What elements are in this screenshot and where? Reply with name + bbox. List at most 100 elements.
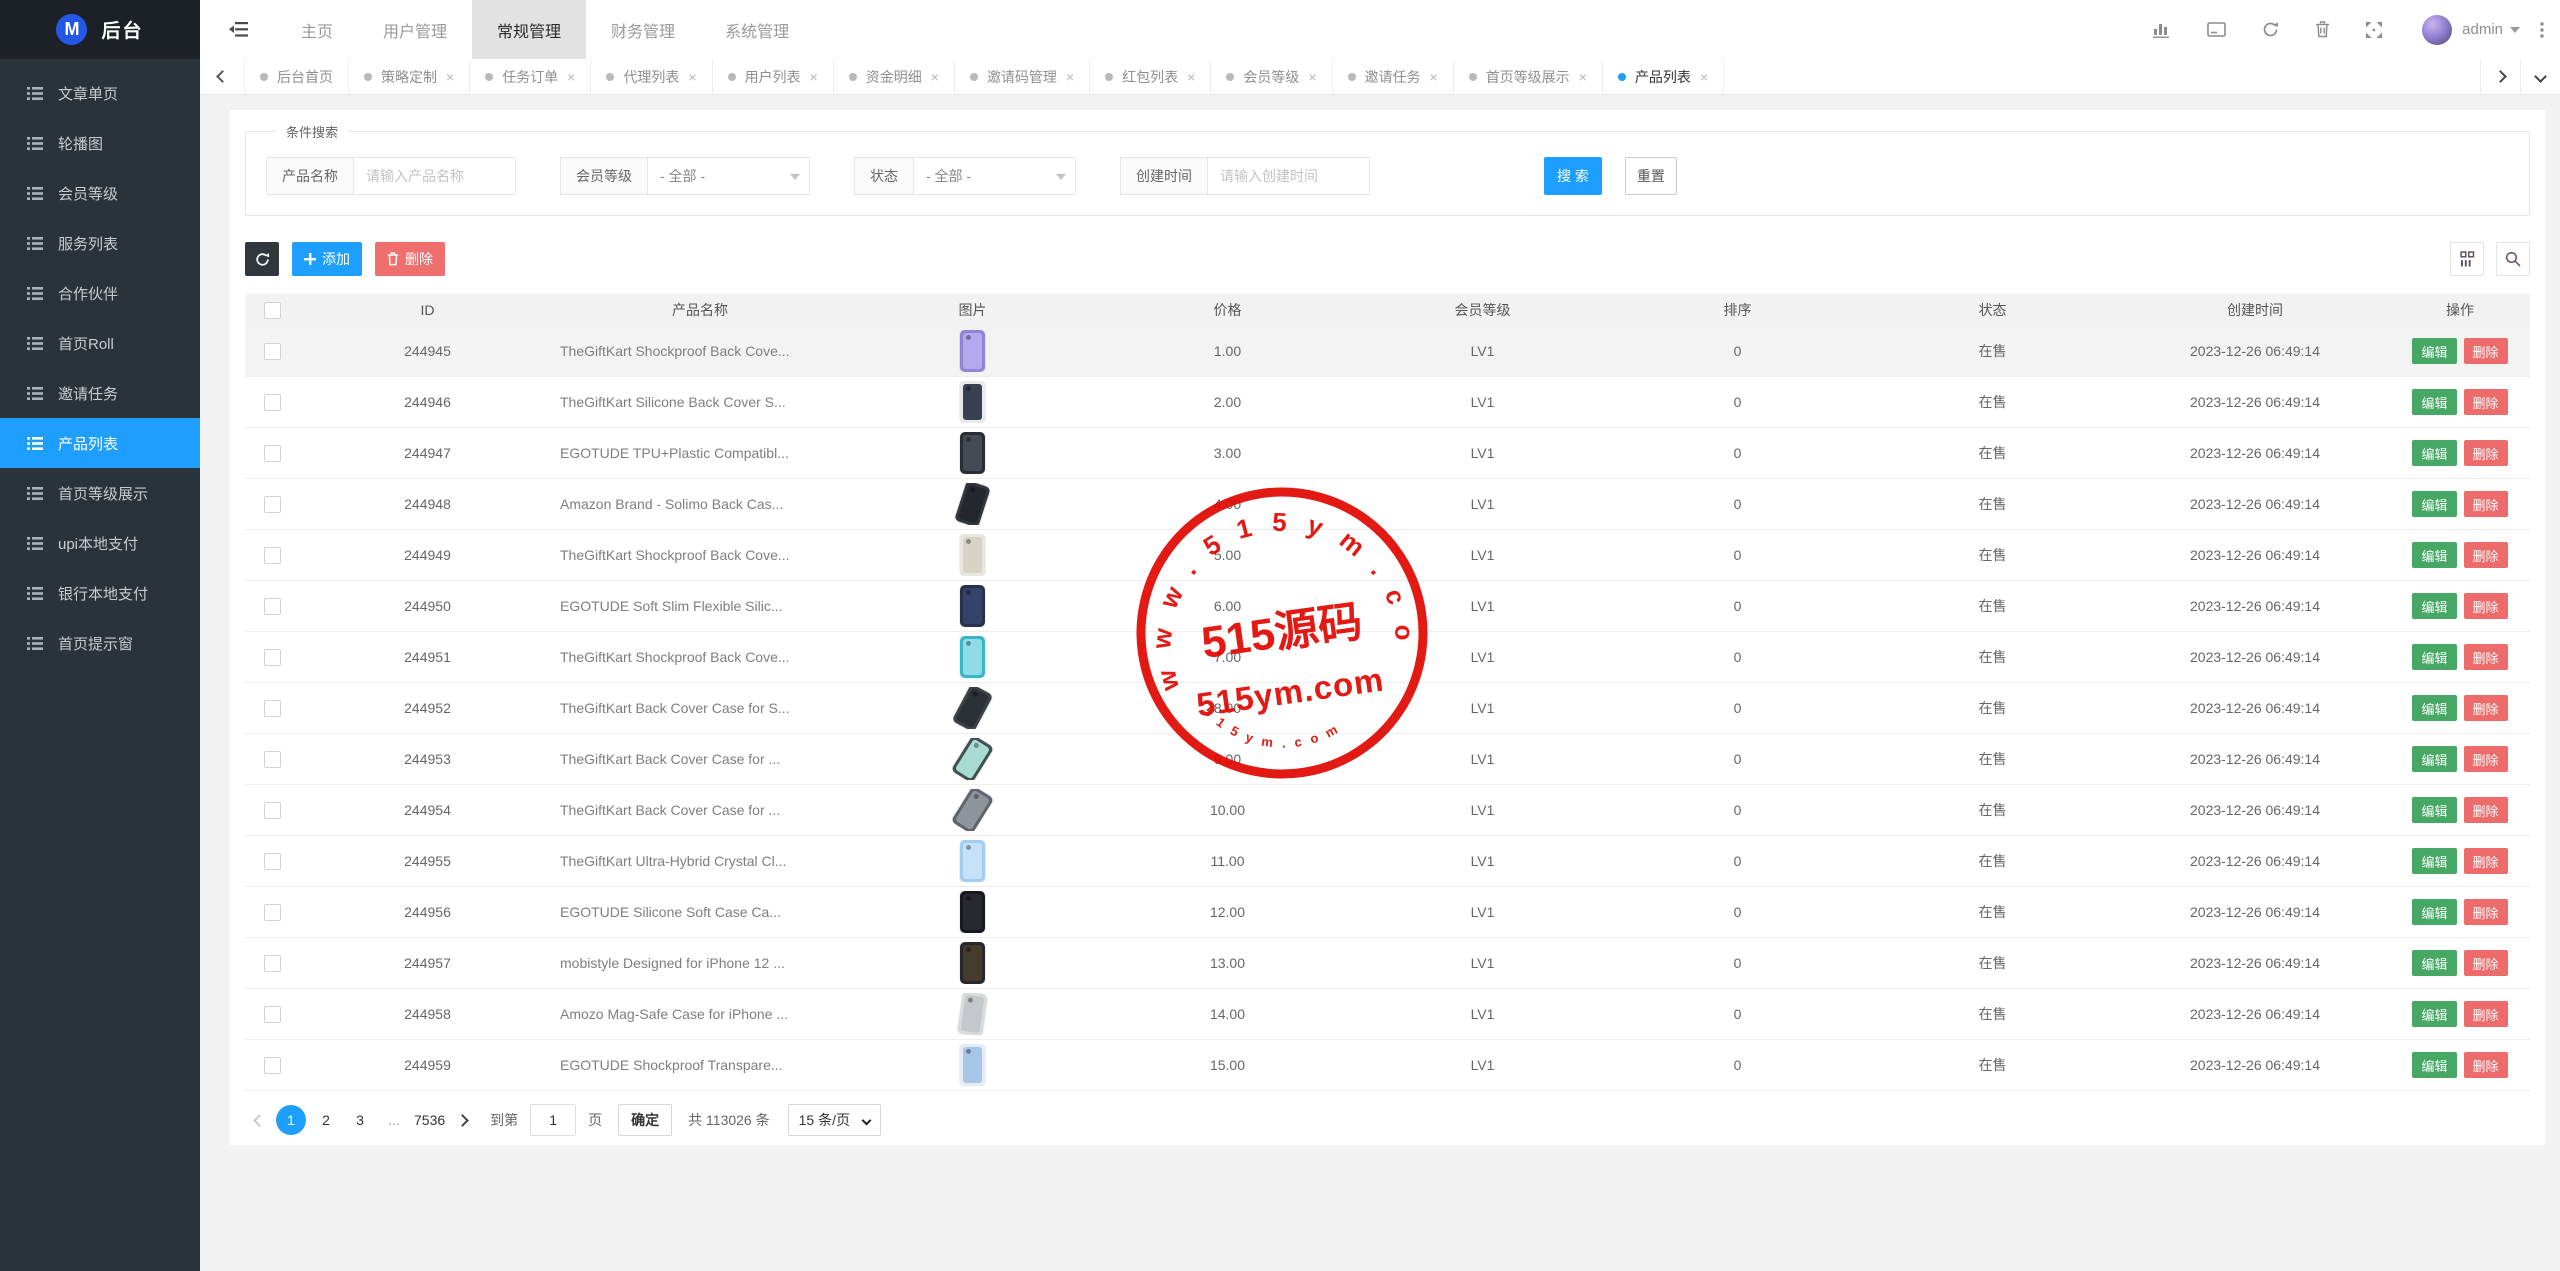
row-delete-button[interactable]: 删除	[2464, 338, 2508, 364]
sidebar-item[interactable]: 服务列表	[0, 218, 200, 268]
sidebar-item[interactable]: upi本地支付	[0, 518, 200, 568]
close-icon[interactable]: ×	[1066, 70, 1074, 84]
tab[interactable]: 产品列表 ×	[1603, 59, 1724, 94]
row-checkbox[interactable]	[264, 343, 281, 360]
row-checkbox[interactable]	[264, 547, 281, 564]
edit-button[interactable]: 编辑	[2412, 1001, 2456, 1027]
tab[interactable]: 首页等级展示 ×	[1454, 59, 1603, 94]
tab[interactable]: 会员等级 ×	[1211, 59, 1332, 94]
top-menu-item[interactable]: 主页	[276, 0, 358, 59]
row-delete-button[interactable]: 删除	[2464, 542, 2508, 568]
top-menu-item[interactable]: 财务管理	[586, 0, 700, 59]
column-header[interactable]: 产品名称	[555, 300, 845, 320]
column-header[interactable]: 排序	[1610, 300, 1865, 320]
reset-button[interactable]: 重置	[1625, 157, 1677, 195]
page-number[interactable]: 2	[312, 1105, 340, 1135]
edit-button[interactable]: 编辑	[2412, 542, 2456, 568]
trash-icon[interactable]	[2315, 21, 2330, 38]
row-delete-button[interactable]: 删除	[2464, 644, 2508, 670]
tab[interactable]: 任务订单 ×	[470, 59, 591, 94]
row-checkbox[interactable]	[264, 598, 281, 615]
row-delete-button[interactable]: 删除	[2464, 491, 2508, 517]
tab[interactable]: 资金明细 ×	[834, 59, 955, 94]
tab[interactable]: 策略定制 ×	[349, 59, 470, 94]
row-checkbox[interactable]	[264, 496, 281, 513]
field-input[interactable]	[354, 158, 515, 194]
top-menu-item[interactable]: 常规管理	[472, 0, 586, 59]
columns-setting-button[interactable]	[2450, 242, 2484, 276]
sidebar-item[interactable]: 合作伙伴	[0, 268, 200, 318]
tab[interactable]: 邀请任务 ×	[1333, 59, 1454, 94]
page-size-select[interactable]: 15 条/页	[788, 1104, 881, 1136]
column-header[interactable]: 图片	[845, 300, 1100, 320]
page-number[interactable]: 1	[276, 1105, 306, 1135]
tabs-menu-button[interactable]	[2520, 59, 2560, 94]
row-delete-button[interactable]: 删除	[2464, 1001, 2508, 1027]
fullscreen-icon[interactable]	[2366, 22, 2382, 38]
tab[interactable]: 红包列表 ×	[1090, 59, 1211, 94]
row-delete-button[interactable]: 删除	[2464, 899, 2508, 925]
row-delete-button[interactable]: 删除	[2464, 389, 2508, 415]
refresh-button[interactable]	[245, 242, 279, 276]
column-header[interactable]: 价格	[1100, 300, 1355, 320]
sidebar-item[interactable]: 邀请任务	[0, 368, 200, 418]
sidebar-item[interactable]: 银行本地支付	[0, 568, 200, 618]
chart-icon[interactable]	[2153, 21, 2171, 38]
row-checkbox[interactable]	[264, 700, 281, 717]
menu-shrink-icon[interactable]	[200, 0, 276, 59]
delete-button[interactable]: 删除	[375, 242, 445, 276]
row-checkbox[interactable]	[264, 853, 281, 870]
column-header[interactable]: 操作	[2390, 300, 2530, 320]
field-select[interactable]: - 全部 -	[648, 158, 809, 194]
row-delete-button[interactable]: 删除	[2464, 950, 2508, 976]
close-icon[interactable]: ×	[1308, 70, 1316, 84]
add-button[interactable]: 添加	[292, 242, 362, 276]
column-header[interactable]: 会员等级	[1355, 300, 1610, 320]
close-icon[interactable]: ×	[1187, 70, 1195, 84]
edit-button[interactable]: 编辑	[2412, 950, 2456, 976]
row-checkbox[interactable]	[264, 751, 281, 768]
avatar[interactable]	[2422, 15, 2452, 45]
row-delete-button[interactable]: 删除	[2464, 746, 2508, 772]
close-icon[interactable]: ×	[931, 70, 939, 84]
column-header[interactable]: ID	[300, 300, 555, 320]
column-header[interactable]: 状态	[1865, 300, 2120, 320]
row-checkbox[interactable]	[264, 1006, 281, 1023]
row-delete-button[interactable]: 删除	[2464, 1052, 2508, 1078]
sidebar-item[interactable]: 首页提示窗	[0, 618, 200, 668]
edit-button[interactable]: 编辑	[2412, 491, 2456, 517]
row-checkbox[interactable]	[264, 1057, 281, 1074]
page-number[interactable]: 3	[346, 1105, 374, 1135]
search-button[interactable]: 搜 索	[1544, 157, 1602, 195]
edit-button[interactable]: 编辑	[2412, 644, 2456, 670]
close-icon[interactable]: ×	[567, 70, 575, 84]
table-search-button[interactable]	[2496, 242, 2530, 276]
top-menu-item[interactable]: 用户管理	[358, 0, 472, 59]
username[interactable]: admin	[2462, 21, 2503, 38]
top-menu-item[interactable]: 系统管理	[700, 0, 814, 59]
prev-page-button[interactable]	[245, 1105, 273, 1135]
goto-confirm-button[interactable]: 确定	[618, 1104, 672, 1136]
tab[interactable]: 后台首页	[245, 59, 349, 94]
tab[interactable]: 用户列表 ×	[713, 59, 834, 94]
more-vert-icon[interactable]	[2540, 22, 2544, 38]
row-checkbox[interactable]	[264, 955, 281, 972]
row-delete-button[interactable]: 删除	[2464, 797, 2508, 823]
goto-page-input[interactable]	[530, 1104, 576, 1136]
close-icon[interactable]: ×	[446, 70, 454, 84]
card-icon[interactable]	[2207, 22, 2226, 37]
page-number[interactable]: 7536	[414, 1105, 445, 1135]
edit-button[interactable]: 编辑	[2412, 389, 2456, 415]
row-checkbox[interactable]	[264, 904, 281, 921]
edit-button[interactable]: 编辑	[2412, 440, 2456, 466]
refresh-icon[interactable]	[2262, 21, 2279, 38]
close-icon[interactable]: ×	[810, 70, 818, 84]
sidebar-item[interactable]: 文章单页	[0, 68, 200, 118]
row-delete-button[interactable]: 删除	[2464, 695, 2508, 721]
edit-button[interactable]: 编辑	[2412, 593, 2456, 619]
edit-button[interactable]: 编辑	[2412, 899, 2456, 925]
tabs-scroll-right-button[interactable]	[2480, 59, 2520, 94]
select-all-checkbox[interactable]	[264, 302, 281, 319]
column-header[interactable]: 创建时间	[2120, 300, 2390, 320]
tab[interactable]: 邀请码管理 ×	[955, 59, 1090, 94]
